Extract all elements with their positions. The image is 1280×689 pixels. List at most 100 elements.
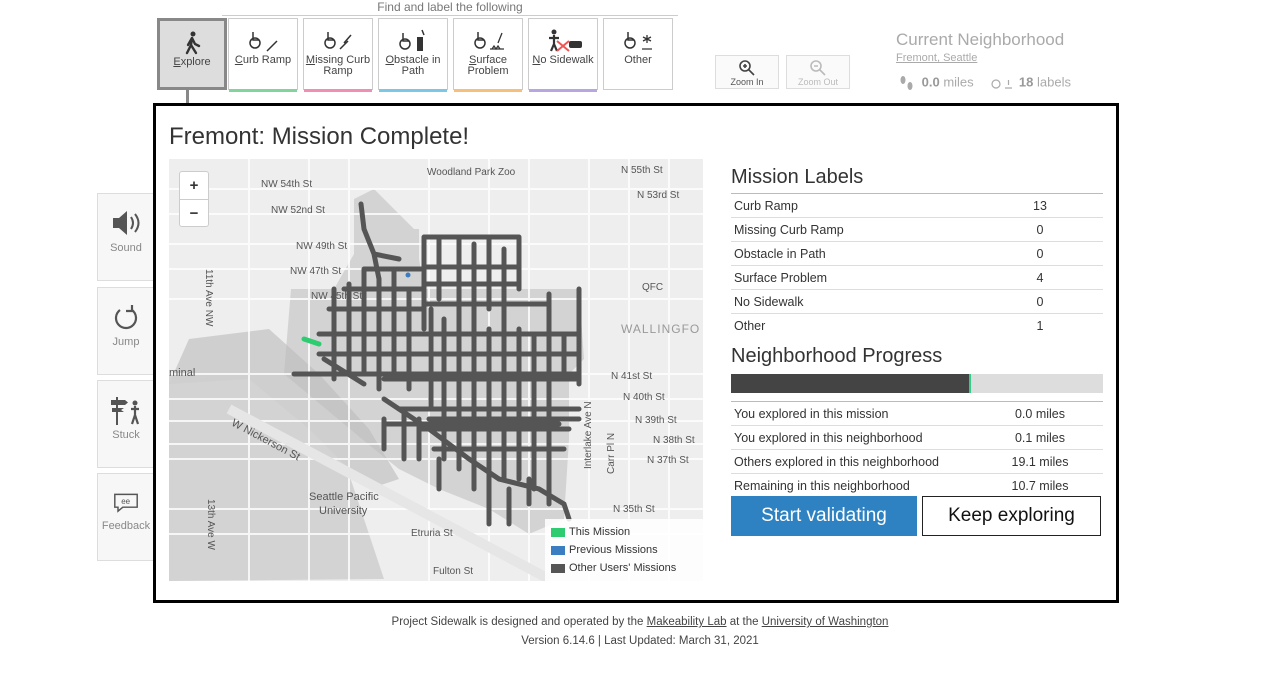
- table-row: Surface Problem 4: [731, 265, 1103, 290]
- makeability-lab-link[interactable]: Makeability Lab: [647, 616, 727, 628]
- mission-labels-table: Curb Ramp 13 Missing Curb Ramp 0 Obstacle …: [731, 193, 1103, 337]
- speech-bubble-icon: ee: [114, 493, 138, 513]
- legend-item: Previous Missions: [551, 541, 697, 559]
- neighborhood-link[interactable]: Fremont, Seattle: [896, 52, 1071, 64]
- map-label-spu-line1: Seattle Pacific: [309, 491, 379, 503]
- map-label-n41: N 41st St: [611, 371, 653, 382]
- stuck-label: Stuck: [112, 429, 140, 441]
- zoom-out-label: Zoom Out: [797, 77, 838, 87]
- mission-labels-heading: Mission Labels: [731, 166, 864, 188]
- map-label-n39: N 39th St: [635, 415, 677, 426]
- map-label-nw54: NW 54th St: [261, 179, 313, 190]
- map-label-n53: N 53rd St: [637, 190, 680, 201]
- explore-tool-button[interactable]: Explore: [157, 18, 227, 90]
- explore-marker-line: [186, 90, 189, 104]
- legend-swatch-this-mission: [551, 527, 565, 537]
- map-zoom-out-button[interactable]: −: [180, 200, 208, 227]
- sound-button[interactable]: Sound: [97, 193, 155, 281]
- table-row: Other 1: [731, 313, 1103, 337]
- stuck-button[interactable]: Stuck: [97, 380, 155, 468]
- start-validating-button[interactable]: Start validating: [731, 496, 917, 536]
- surface-problem-color-bar: [454, 89, 522, 92]
- zoom-in-button[interactable]: Zoom In: [715, 55, 779, 89]
- neighborhood-progress-bar: [731, 374, 1103, 393]
- surface-problem-icon: [474, 32, 504, 51]
- map-label-n35: N 35th St: [613, 504, 655, 515]
- map-label-n55: N 55th St: [621, 165, 663, 176]
- labels-value: 18: [1018, 74, 1034, 90]
- map-zoom-control: + −: [179, 171, 209, 227]
- zoom-out-button[interactable]: Zoom Out: [786, 55, 850, 89]
- neighborhood-stats: 0.0 miles 18 labels: [896, 74, 1071, 92]
- map-label-nw47: NW 47th St: [290, 266, 342, 277]
- map-zoom-in-button[interactable]: +: [180, 172, 208, 200]
- map-label-etruria: Etruria St: [411, 528, 453, 539]
- label-count-icon: [991, 79, 1013, 89]
- map-label-n40: N 40th St: [623, 392, 665, 403]
- other-tool-label: Other: [624, 54, 652, 66]
- table-row: Obstacle in Path 0: [731, 241, 1103, 266]
- table-row: You explored in this neighborhood 0.1 mil…: [731, 425, 1103, 450]
- obstacle-tool-button[interactable]: Obstacle in Path: [378, 18, 448, 92]
- table-row: Missing Curb Ramp 0: [731, 217, 1103, 242]
- miles-unit: miles: [943, 74, 974, 90]
- missing-curb-ramp-color-bar: [304, 89, 372, 92]
- legend-swatch-previous-missions: [551, 545, 565, 555]
- explore-tool-label: Explore: [173, 56, 211, 68]
- map-label-wallingford: WALLINGFO: [621, 322, 701, 336]
- surface-problem-tool-button[interactable]: Surface Problem: [453, 18, 523, 92]
- map-label-n37: N 37th St: [647, 455, 689, 466]
- map-label-13th-ave: 13th Ave W: [205, 499, 216, 550]
- missing-curb-ramp-tool-button[interactable]: Missing Curb Ramp: [303, 18, 373, 92]
- no-sidewalk-icon: [549, 29, 582, 52]
- university-link[interactable]: University of Washington: [762, 616, 889, 628]
- curb-ramp-tool-label: Curb Ramp: [234, 54, 292, 66]
- obstacle-color-bar: [379, 89, 447, 92]
- no-sidewalk-tool-button[interactable]: No Sidewalk: [528, 18, 598, 92]
- table-row: Remaining in this neighborhood 10.7 miles: [731, 473, 1103, 497]
- keep-exploring-button[interactable]: Keep exploring: [922, 496, 1101, 536]
- map-label-11th-ave: 11th Ave NW: [203, 269, 214, 327]
- table-row: Others explored in this neighborhood 19.1…: [731, 449, 1103, 474]
- feedback-button[interactable]: ee Feedback: [97, 473, 155, 561]
- feedback-label: Feedback: [101, 520, 151, 532]
- map-label-nw45: NW 45th St: [311, 291, 363, 302]
- toolbar-heading: Find and label the following: [222, 0, 678, 16]
- curb-ramp-tool-button[interactable]: Curb Ramp: [228, 18, 298, 92]
- surface-problem-tool-label: Surface Problem: [467, 54, 509, 77]
- mission-summary-panel: Mission Labels Curb Ramp 13 Missing Curb …: [731, 166, 1103, 536]
- neighborhood-progress-heading: Neighborhood Progress: [731, 345, 943, 367]
- obstacle-icon: [399, 29, 425, 51]
- speaker-icon: [113, 211, 140, 235]
- jump-label: Jump: [112, 336, 140, 348]
- sound-label: Sound: [110, 242, 142, 254]
- map-graphic: [169, 159, 703, 581]
- mission-complete-title: Fremont: Mission Complete!: [169, 123, 470, 150]
- other-tool-button[interactable]: Other: [603, 18, 673, 90]
- svg-text:ee: ee: [121, 497, 130, 506]
- curb-ramp-color-bar: [229, 89, 297, 92]
- legend-swatch-other-users: [551, 563, 565, 573]
- map-legend: This Mission Previous Missions Other Use…: [545, 519, 703, 581]
- zoom-in-icon: [739, 60, 755, 76]
- mission-map[interactable]: Woodland Park Zoo NW 54th St NW 52nd St …: [169, 159, 703, 581]
- jump-button[interactable]: Jump: [97, 287, 155, 375]
- map-label-spu-line2: University: [319, 505, 368, 517]
- missing-curb-ramp-icon: [324, 32, 352, 50]
- footer-credit-line: Project Sidewalk is designed and operate…: [391, 616, 889, 628]
- table-row: No Sidewalk 0: [731, 289, 1103, 314]
- map-label-terminal: minal: [169, 367, 196, 379]
- missing-curb-ramp-tool-label: Missing Curb Ramp: [305, 54, 371, 77]
- map-label-fulton: Fulton St: [433, 566, 474, 577]
- table-row: Curb Ramp 13: [731, 193, 1103, 218]
- table-row: You explored in this mission 0.0 miles: [731, 401, 1103, 426]
- current-neighborhood-title: Current Neighborhood: [896, 30, 1065, 49]
- map-label-carr: Carr Pl N: [606, 432, 617, 474]
- map-label-nw52: NW 52nd St: [271, 205, 325, 216]
- map-label-nw49: NW 49th St: [296, 241, 348, 252]
- mission-complete-modal: Fremont: Mission Complete! Woodland Park…: [153, 103, 1119, 603]
- neighborhood-progress-table: You explored in this mission 0.0 miles Yo…: [731, 401, 1103, 497]
- zoom-in-label: Zoom In: [730, 77, 764, 87]
- footer-version: Version 6.14.6 | Last Updated: March 31,…: [521, 635, 759, 647]
- legend-item: Other Users' Missions: [551, 559, 697, 577]
